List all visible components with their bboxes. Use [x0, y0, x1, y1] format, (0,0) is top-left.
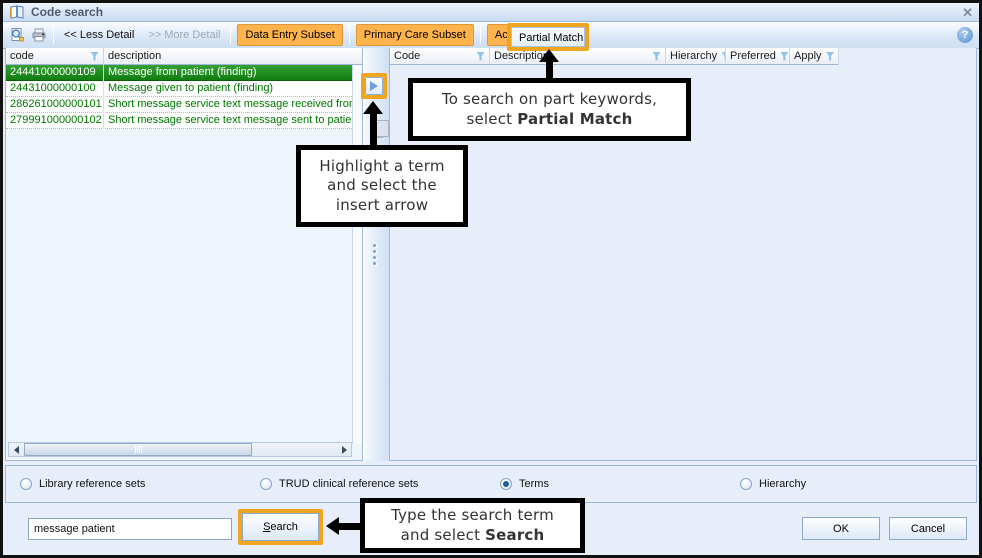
radio-icon[interactable] [740, 478, 752, 490]
vertical-scrollbar-track[interactable] [352, 65, 362, 444]
radio-label: TRUD clinical reference sets [279, 478, 418, 490]
callout-arrow-up [363, 101, 383, 145]
search-bar: Search Type the search term and select S… [3, 503, 979, 555]
callout-text: insert arrow [301, 196, 463, 216]
callout-arrow-left [326, 517, 362, 535]
filter-icon[interactable] [780, 52, 789, 61]
search-button-highlight-box: Search [238, 509, 323, 545]
help-icon[interactable]: ? [957, 27, 973, 43]
search-button-label: earch [270, 521, 298, 533]
data-entry-subset-button[interactable]: Data Entry Subset [237, 24, 342, 46]
filter-icon[interactable] [652, 52, 661, 61]
print-icon[interactable] [31, 27, 47, 43]
row-code: 286261000000101 [6, 97, 104, 113]
column-header-preferred[interactable]: Preferred [726, 48, 790, 65]
radio-label: Hierarchy [759, 478, 806, 490]
window-title: Code search [31, 5, 103, 19]
search-input[interactable] [28, 518, 232, 540]
scroll-right-icon[interactable] [337, 443, 351, 456]
filter-icon[interactable] [476, 52, 485, 61]
filter-icon[interactable] [90, 52, 99, 61]
radio-label: Library reference sets [39, 478, 145, 490]
radio-hierarchy[interactable]: Hierarchy [740, 478, 806, 490]
radio-icon[interactable] [20, 478, 32, 490]
table-row[interactable]: 24441000000109 Message from patient (fin… [6, 65, 362, 81]
horizontal-scrollbar[interactable] [8, 442, 352, 457]
cancel-button[interactable]: Cancel [889, 517, 967, 540]
right-grid-header: Code Description Hierarchy Preferred App… [390, 48, 976, 65]
scrollbar-thumb[interactable] [24, 443, 252, 456]
row-code: 24441000000109 [6, 65, 104, 81]
search-button[interactable]: Search [242, 513, 319, 541]
left-grid-header: code description [6, 48, 362, 65]
book-icon [9, 4, 25, 20]
right-arrow-icon [370, 81, 378, 91]
toolbar-separator [53, 26, 54, 44]
scroll-left-icon[interactable] [9, 443, 23, 456]
filter-icon[interactable] [826, 52, 835, 61]
less-detail-button[interactable]: << Less Detail [60, 29, 138, 41]
callout-text: and select [401, 526, 486, 544]
callout-text: To search on part keywords, [442, 90, 657, 108]
column-header-label: code [10, 50, 34, 62]
toolbar-separator [480, 26, 481, 44]
radio-label: Terms [519, 478, 549, 490]
insert-arrow-highlight-box [361, 73, 387, 99]
column-header-label: Code [394, 50, 420, 62]
partial-match-callout: To search on part keywords, select Parti… [408, 78, 691, 141]
row-description: Message given to patient (finding) [104, 81, 362, 97]
radio-terms[interactable]: Terms [500, 478, 549, 490]
callout-text: Type the search term [365, 506, 580, 526]
table-row[interactable]: 279991000000102 Short message service te… [6, 113, 362, 129]
callout-arrow-up [539, 49, 559, 78]
row-code: 24431000000100 [6, 81, 104, 97]
callout-text: select [466, 110, 517, 128]
close-icon[interactable]: ✕ [962, 6, 973, 19]
primary-care-subset-button[interactable]: Primary Care Subset [356, 24, 474, 46]
radio-icon[interactable] [260, 478, 272, 490]
column-header-code[interactable]: Code [390, 48, 490, 65]
table-row[interactable]: 286261000000101 Short message service te… [6, 97, 362, 113]
column-header-label: Hierarchy [670, 50, 717, 62]
title-bar: Code search ✕ [3, 3, 979, 22]
radio-library-reference-sets[interactable]: Library reference sets [20, 478, 145, 490]
toolbar: << Less Detail >> More Detail Data Entry… [3, 22, 979, 49]
column-header-apply[interactable]: Apply [790, 48, 839, 65]
toolbar-separator [230, 26, 231, 44]
column-header-description[interactable]: description [104, 48, 362, 65]
partial-match-highlight-box: Partial Match [507, 23, 589, 51]
row-description: Message from patient (finding) [104, 65, 362, 81]
table-row[interactable]: 24431000000100 Message given to patient … [6, 81, 362, 97]
term-results-panel: code description 24441000000109 Message … [5, 48, 363, 461]
row-description: Short message service text message recei… [104, 97, 362, 113]
column-header-hierarchy[interactable]: Hierarchy [666, 48, 726, 65]
callout-text-bold: Search [485, 526, 544, 544]
code-search-window: Code search ✕ << Less Detail >> More Det… [0, 0, 982, 558]
callout-text-bold: Partial Match [517, 110, 632, 128]
toolbar-separator [349, 26, 350, 44]
row-code: 279991000000102 [6, 113, 104, 129]
row-description: Short message service text message sent … [104, 113, 362, 129]
column-header-label: Preferred [730, 50, 776, 62]
partial-match-button[interactable]: Partial Match [511, 27, 585, 47]
insert-arrow-button[interactable] [365, 77, 383, 95]
column-header-code[interactable]: code [6, 48, 104, 65]
insert-arrow-callout: Highlight a term and select the insert a… [296, 145, 468, 227]
radio-trud-clinical-reference-sets[interactable]: TRUD clinical reference sets [260, 478, 418, 490]
splitter-grip[interactable] [373, 244, 376, 265]
radio-selected-icon[interactable] [500, 478, 512, 490]
search-callout: Type the search term and select Search [360, 498, 585, 553]
more-detail-button: >> More Detail [144, 29, 224, 41]
column-header-label: description [108, 50, 161, 62]
print-preview-icon[interactable] [9, 27, 25, 43]
callout-text: Highlight a term [301, 157, 463, 177]
column-header-label: Apply [794, 50, 822, 62]
callout-text: and select the [301, 176, 463, 196]
ok-button[interactable]: OK [802, 517, 880, 540]
